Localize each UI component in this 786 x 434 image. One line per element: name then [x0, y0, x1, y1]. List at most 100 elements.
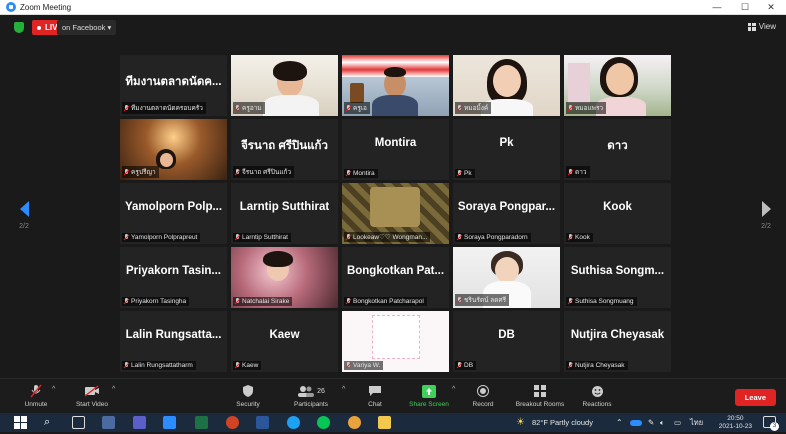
zoom-app-icon [6, 2, 16, 12]
notification-icon[interactable]: 3 [763, 416, 779, 431]
participant-tile[interactable]: Priyakorn Tasin... Priyakorn Tasingha [120, 247, 227, 308]
participant-name-label: จีรนาถ ศรีปินแก้ว [233, 166, 295, 178]
participant-name-label: ครูปรีญา [122, 166, 159, 178]
participants-button[interactable]: 26 Participants [281, 383, 341, 408]
weather-text[interactable]: 82°F Partly cloudy [532, 413, 593, 432]
task-view-icon[interactable] [72, 416, 85, 429]
meeting-topbar: LIVE on Facebook ▾ View [0, 15, 786, 41]
file-explorer-icon[interactable] [378, 416, 391, 429]
muted-mic-icon [457, 104, 462, 112]
participant-tile[interactable]: ครูปรีญา [120, 119, 227, 180]
participant-tile[interactable]: Lookeaw♡♡ Wongman... [342, 183, 449, 244]
clock-date: 2021-10-23 [718, 423, 752, 430]
unmute-button[interactable]: Unmute [6, 383, 66, 408]
participant-tile[interactable]: ชรินรัตน์ ลดศรี [453, 247, 560, 308]
record-button[interactable]: Record [453, 383, 513, 408]
participant-tile[interactable]: Nutjira Cheyasak Nutjira Cheyasak [564, 311, 671, 372]
word-icon[interactable] [256, 416, 269, 429]
participant-name-label: Nutjira Cheyasak [566, 361, 628, 370]
gallery-stage: 2/2 2/2 ทีมงานตลาดนัดค... ทีมงานตลาดนัดคร… [0, 41, 786, 378]
tray-chevron-icon[interactable]: ⌃ [616, 413, 623, 432]
participant-tile[interactable]: หมอมิ้งค์ [453, 55, 560, 116]
participant-tile[interactable]: Natchalai Sirake [231, 247, 338, 308]
video-options-caret[interactable]: ^ [112, 386, 115, 393]
participant-tile[interactable]: Soraya Pongpar... Soraya Pongparadorn [453, 183, 560, 244]
unmute-label: Unmute [24, 401, 48, 408]
participant-name: ทีมงานตลาดนัดครอบครัว [131, 105, 203, 112]
breakout-rooms-button[interactable]: Breakout Rooms [510, 383, 570, 408]
participant-tile[interactable]: ครูอาม [231, 55, 338, 116]
muted-mic-icon [346, 362, 351, 369]
participant-tile[interactable]: Kaew Kaew [231, 311, 338, 372]
participant-name: Priyakorn Tasingha [131, 298, 187, 305]
participant-tile[interactable]: Yamolporn Polp... Yamolporn Polprapreut [120, 183, 227, 244]
edge-icon[interactable] [287, 416, 300, 429]
participant-tile[interactable]: Bongkotkan Pat... Bongkotkan Patcharapol [342, 247, 449, 308]
share-screen-button[interactable]: Share Screen [399, 383, 459, 408]
onedrive-icon[interactable] [630, 420, 642, 426]
participant-tile[interactable]: Variya W. [342, 311, 449, 372]
chat-button[interactable]: Chat [345, 383, 405, 408]
zoom-taskbar-icon[interactable] [163, 416, 176, 429]
participant-name-label: DB [455, 361, 477, 370]
security-shield-icon[interactable] [14, 22, 24, 33]
muted-mic-icon [235, 298, 240, 305]
participant-tile[interactable]: หมอแพรว [564, 55, 671, 116]
battery-icon[interactable]: ▭ [674, 413, 681, 432]
muted-mic-icon [6, 383, 66, 399]
muted-mic-icon [346, 104, 351, 112]
excel-icon[interactable] [195, 416, 208, 429]
participant-tile[interactable]: Montira Montira [342, 119, 449, 180]
language-indicator[interactable]: ไทย [690, 413, 703, 432]
previous-page-button[interactable]: 2/2 [14, 201, 34, 230]
participant-name: ครูอาม [242, 105, 262, 112]
audio-options-caret[interactable]: ^ [52, 386, 55, 393]
participant-name: Montira [353, 170, 375, 177]
participant-name-label: Pk [455, 169, 475, 178]
participant-name: Yamolporn Polprapreut [131, 234, 198, 241]
teams-icon[interactable] [133, 416, 146, 429]
pen-icon[interactable]: ✎ [648, 413, 654, 432]
powerpoint-icon[interactable] [226, 416, 239, 429]
participant-tile[interactable]: จีรนาถ ศรีปินแก้ว จีรนาถ ศรีปินแก้ว [231, 119, 338, 180]
reactions-button[interactable]: Reactions [567, 383, 627, 408]
participant-display-name: ทีมงานตลาดนัดค... [125, 76, 222, 88]
grid-view-icon [747, 22, 756, 31]
view-button[interactable]: View [747, 22, 776, 31]
participant-tile[interactable]: ทีมงานตลาดนัดค... ทีมงานตลาดนัดครอบครัว [120, 55, 227, 116]
participant-tile[interactable]: ดาว ดาว [564, 119, 671, 180]
participant-display-name: Lalin Rungsatta... [125, 329, 222, 341]
participant-tile[interactable]: Larntip Sutthirat Larntip Sutthirat [231, 183, 338, 244]
participant-tile[interactable]: Suthisa Songm... Suthisa Songmuang [564, 247, 671, 308]
windows-start-icon[interactable] [14, 416, 27, 429]
volume-icon[interactable]: 🔈︎ [660, 413, 665, 432]
muted-mic-icon [124, 298, 129, 305]
next-page-button[interactable]: 2/2 [756, 201, 776, 230]
participants-count: 26 [317, 387, 325, 395]
participant-display-name: Larntip Sutthirat [239, 201, 330, 213]
arrow-right-icon [761, 201, 771, 217]
participant-display-name: Kook [603, 201, 632, 213]
chrome-icon[interactable] [348, 416, 361, 429]
security-button[interactable]: Security [218, 383, 278, 408]
line-icon[interactable] [317, 416, 330, 429]
participant-tile[interactable]: Pk Pk [453, 119, 560, 180]
share-screen-label: Share Screen [409, 401, 449, 408]
close-button[interactable]: ✕ [758, 0, 784, 15]
participant-tile[interactable]: ครูเอ [342, 55, 449, 116]
minimize-button[interactable]: — [704, 0, 730, 15]
participant-name-label: Soraya Pongparadorn [455, 233, 531, 242]
participant-name-label: Lalin Rungsattatharm [122, 361, 196, 370]
participant-display-name: Montira [374, 137, 417, 149]
search-icon[interactable]: ⌕ [44, 416, 57, 429]
participant-tile[interactable]: Kook Kook [564, 183, 671, 244]
taskbar-app-icon-1[interactable] [102, 416, 115, 429]
leave-button[interactable]: Leave [734, 389, 776, 406]
live-stream-dropdown[interactable]: on Facebook ▾ [57, 20, 117, 35]
participant-tile[interactable]: Lalin Rungsatta... Lalin Rungsattatharm [120, 311, 227, 372]
taskbar-clock[interactable]: 20:50 2021-10-23 [719, 415, 752, 431]
participant-tile[interactable]: DB DB [453, 311, 560, 372]
participant-name: Suthisa Songmuang [575, 298, 634, 305]
maximize-button[interactable]: ☐ [732, 0, 758, 15]
participant-name: Pk [464, 170, 472, 177]
